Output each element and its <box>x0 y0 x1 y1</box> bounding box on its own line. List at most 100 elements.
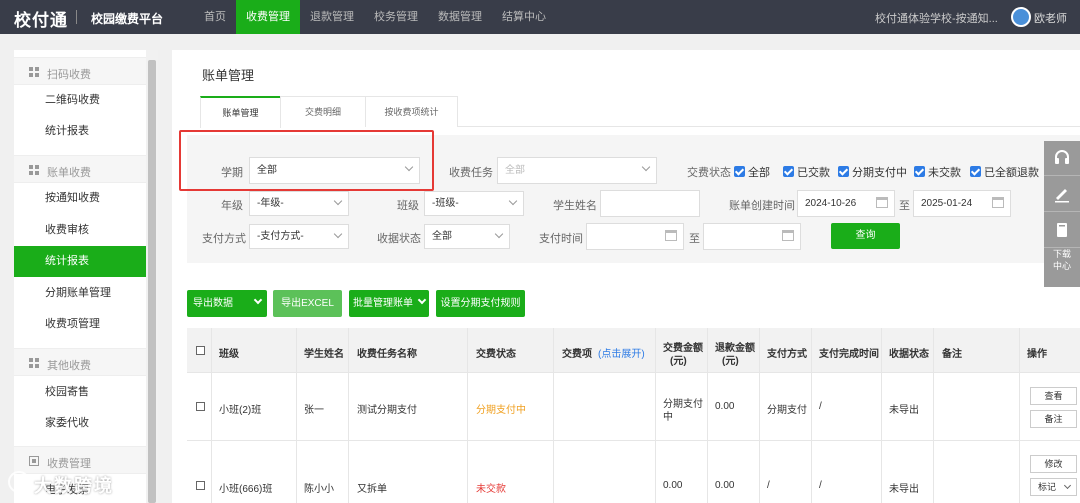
sidebar-group-scan[interactable]: 扫码收费 <box>14 57 146 85</box>
chevron-down-icon <box>494 229 504 239</box>
sidebar-item-charge-items[interactable]: 收费项管理 <box>14 309 146 340</box>
pay-method-select[interactable]: -支付方式- <box>249 224 349 249</box>
nav-settlement-center[interactable]: 结算中心 <box>492 0 556 34</box>
checkbox-checked-icon <box>734 166 745 177</box>
chevron-down-icon <box>641 162 651 172</box>
nav-home[interactable]: 首页 <box>194 0 236 34</box>
grid-icon <box>29 67 39 77</box>
status-checkbox-paid[interactable]: 已交款 <box>783 164 830 180</box>
watermark-logo-icon <box>8 471 30 493</box>
col-divider <box>655 328 656 503</box>
calendar-icon <box>782 230 794 241</box>
avatar[interactable] <box>1011 7 1031 27</box>
table-row: 小班(2)班 张一 测试分期支付 分期支付中 分期支付 中 0.00 分期支付 … <box>187 373 1080 441</box>
feedback-button[interactable] <box>1044 177 1080 212</box>
chevron-down-icon <box>253 295 263 305</box>
search-button[interactable]: 查询 <box>831 223 900 249</box>
created-to-date[interactable]: 2025-01-24 <box>913 190 1011 217</box>
cell-task: 又拆单 <box>357 484 387 495</box>
support-button[interactable] <box>1044 141 1080 176</box>
col-ops: 操作 <box>1027 349 1047 360</box>
sidebar-item-consignment[interactable]: 校园寄售 <box>14 377 146 408</box>
status-checkbox-refunded[interactable]: 已全额退款 <box>970 164 1039 180</box>
task-select-value: 全部 <box>505 165 525 176</box>
checkbox-label: 已全额退款 <box>984 167 1039 179</box>
main-nav: 首页 收费管理 退款管理 校务管理 数据管理 结算中心 <box>194 0 556 34</box>
cell-refund: 0.00 <box>715 401 735 412</box>
nav-data-management[interactable]: 数据管理 <box>428 0 492 34</box>
sidebar-item-qrcode[interactable]: 二维码收费 <box>14 85 146 116</box>
pay-time-from[interactable] <box>586 223 684 250</box>
remark-button[interactable]: 备注 <box>1030 410 1077 428</box>
batch-manage-button[interactable]: 批量管理账单 <box>349 290 429 317</box>
edit-button[interactable]: 修改 <box>1030 455 1077 473</box>
chevron-down-icon <box>333 229 343 239</box>
row-checkbox[interactable] <box>196 402 205 411</box>
bill-created-label: 账单创建时间 <box>729 200 795 212</box>
col-divider <box>933 328 934 503</box>
pay-time-to[interactable] <box>703 223 801 250</box>
sidebar-item-scan-report[interactable]: 统计报表 <box>14 116 146 147</box>
sidebar-item-parent-collect[interactable]: 家委代收 <box>14 408 146 439</box>
col-finish-time: 支付完成时间 <box>819 349 879 360</box>
document-button[interactable] <box>1044 213 1080 248</box>
checkbox-label: 分期支付中 <box>852 167 907 179</box>
app-logo[interactable]: 校付通 <box>14 6 68 31</box>
sidebar-item-installment[interactable]: 分期账单管理 <box>14 278 146 309</box>
tab-item-statistics[interactable]: 按收费项统计 <box>365 96 458 127</box>
user-name[interactable]: 欧老师 <box>1034 10 1067 26</box>
bill-table: 班级 学生姓名 收费任务名称 交费状态 交费项 (点击展开) 交费金额 (元) … <box>187 328 1080 503</box>
select-all-checkbox[interactable] <box>196 346 205 355</box>
sidebar-group-label: 扫码收费 <box>47 69 91 81</box>
sidebar-group-bill[interactable]: 账单收费 <box>14 155 146 183</box>
sidebar-item-notice-charge[interactable]: 按通知收费 <box>14 183 146 214</box>
expand-items-link[interactable]: (点击展开) <box>598 345 645 360</box>
grade-label: 年级 <box>221 200 243 212</box>
sidebar-item-charge-review[interactable]: 收费审核 <box>14 215 146 246</box>
row-checkbox[interactable] <box>196 481 205 490</box>
sidebar: 扫码收费 二维码收费 统计报表 账单收费 按通知收费 收费审核 统计报表 分期账… <box>14 50 146 503</box>
installment-rule-button[interactable]: 设置分期支付规则 <box>436 290 525 317</box>
calendar-icon <box>876 197 888 208</box>
grade-select[interactable]: -年级- <box>249 191 349 216</box>
to-label: 至 <box>899 200 910 212</box>
nav-school-affairs[interactable]: 校务管理 <box>364 0 428 34</box>
headset-icon <box>1055 150 1069 164</box>
sidebar-group-other[interactable]: 其他收费 <box>14 348 146 376</box>
status-checkbox-unpaid[interactable]: 未交款 <box>914 164 961 180</box>
sidebar-item-bill-report[interactable]: 统计报表 <box>14 246 146 277</box>
pay-time-label: 支付时间 <box>539 233 583 245</box>
sidebar-group-label: 收费管理 <box>47 458 91 470</box>
tab-bill-management[interactable]: 账单管理 <box>200 96 281 128</box>
export-data-button[interactable]: 导出数据 <box>187 290 267 317</box>
button-label: 导出数据 <box>193 298 233 309</box>
export-excel-button[interactable]: 导出EXCEL <box>273 290 342 317</box>
class-select-value: -班级- <box>432 198 459 209</box>
view-button[interactable]: 查看 <box>1030 387 1077 405</box>
nav-charge-management[interactable]: 收费管理 <box>236 0 300 34</box>
class-select[interactable]: -班级- <box>424 191 524 216</box>
checkbox-checked-icon <box>783 166 794 177</box>
created-from-date[interactable]: 2024-10-26 <box>797 190 895 217</box>
nav-refund-management[interactable]: 退款管理 <box>300 0 364 34</box>
col-task: 收费任务名称 <box>357 349 417 360</box>
receipt-status-select[interactable]: 全部 <box>424 224 510 249</box>
status-checkbox-all[interactable]: 全部 <box>734 164 770 180</box>
download-center-button[interactable]: 下载中心 <box>1044 248 1080 272</box>
col-receipt: 收据状态 <box>889 349 929 360</box>
tab-bar: 账单管理 交费明细 按收费项统计 <box>200 96 1080 128</box>
sidebar-group-manage[interactable]: 收费管理 <box>14 446 146 474</box>
cell-refund: 0.00 <box>715 480 735 491</box>
sidebar-scrollbar-thumb[interactable] <box>148 60 156 503</box>
student-name-input[interactable] <box>600 190 700 217</box>
sidebar-group-label: 其他收费 <box>47 360 91 372</box>
task-select[interactable]: 全部 <box>497 157 657 184</box>
col-refund-unit: (元) <box>722 356 739 367</box>
school-name[interactable]: 校付通体验学校-按通知... <box>875 10 998 26</box>
cell-task: 测试分期支付 <box>357 405 417 416</box>
mark-dropdown[interactable]: 标记 <box>1030 478 1077 496</box>
tab-payment-details[interactable]: 交费明细 <box>280 96 366 127</box>
to-label: 至 <box>689 233 700 245</box>
col-divider <box>1019 328 1020 503</box>
status-checkbox-installment[interactable]: 分期支付中 <box>838 164 907 180</box>
